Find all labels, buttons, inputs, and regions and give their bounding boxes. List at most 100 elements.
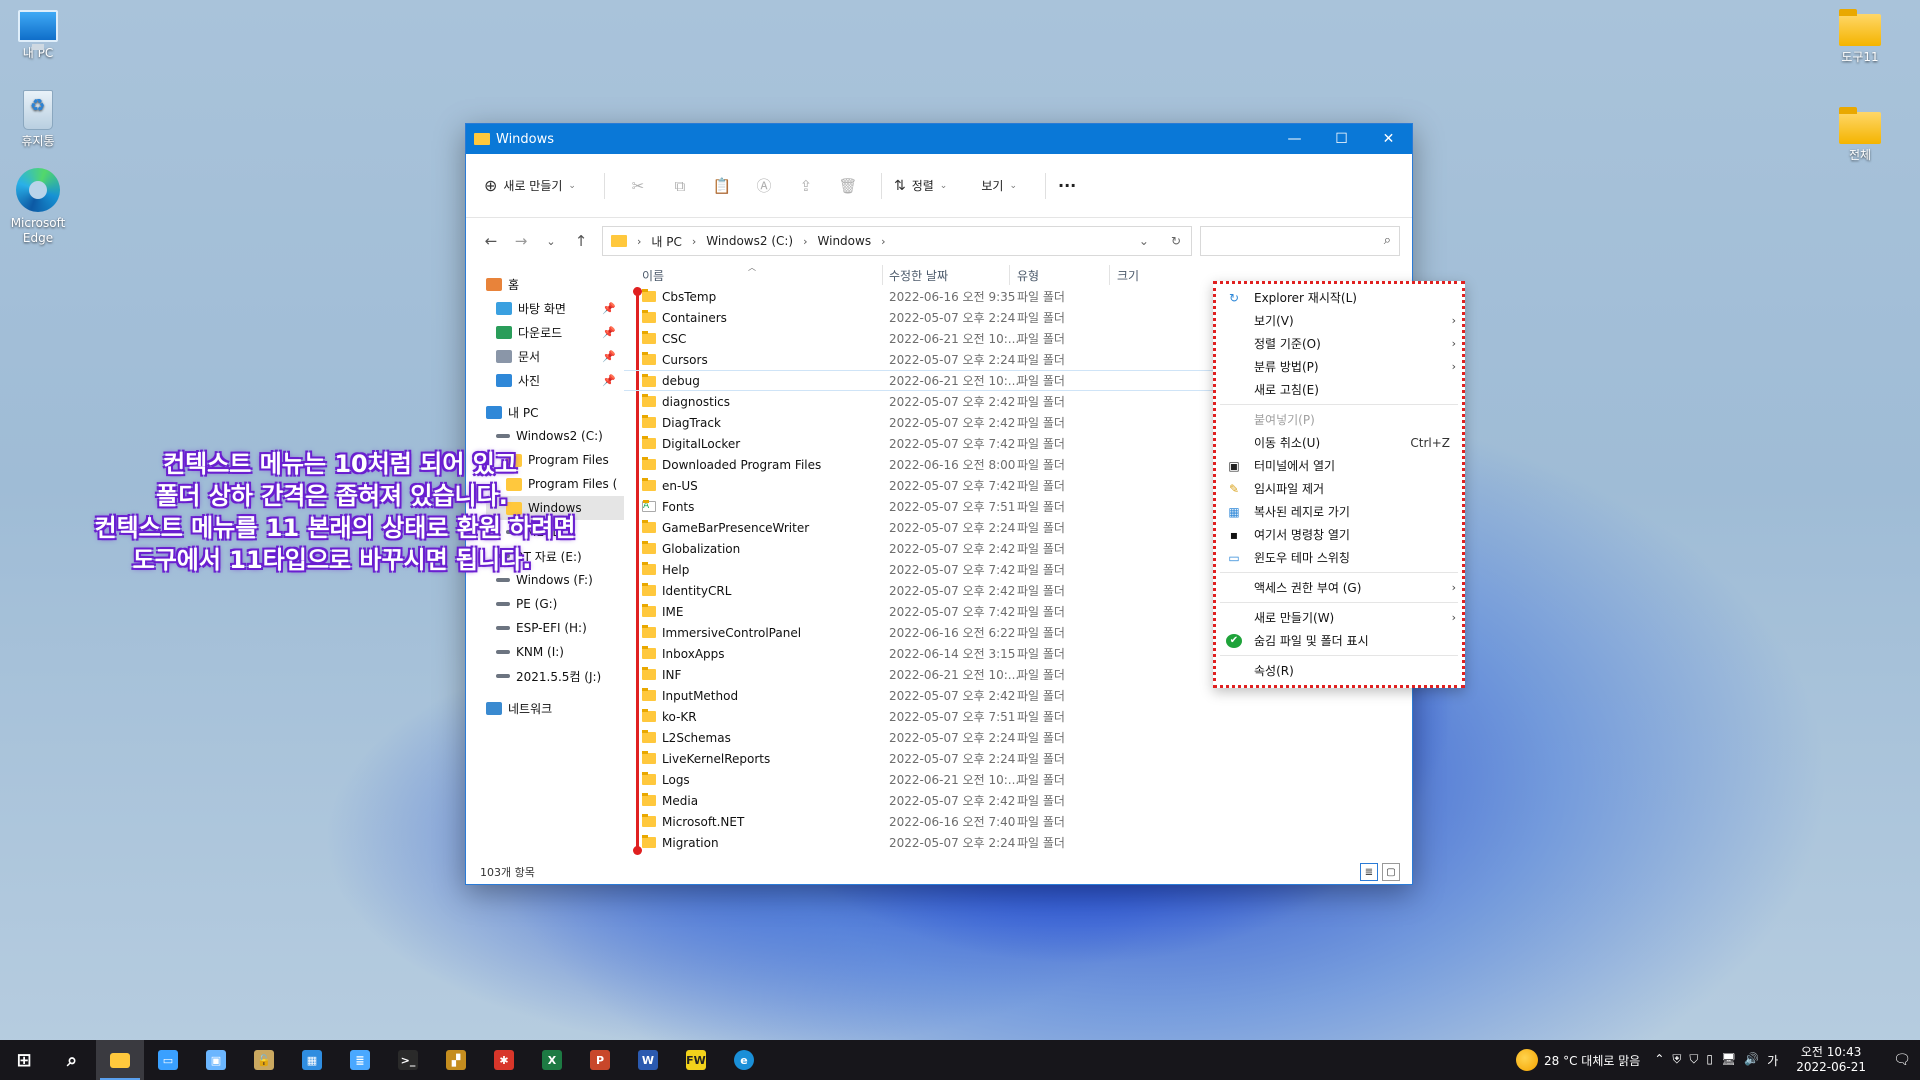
tray-icon[interactable]: 🔊 bbox=[1744, 1052, 1759, 1069]
app-9[interactable]: ✱ bbox=[480, 1040, 528, 1080]
cut-icon[interactable]: ✂ bbox=[629, 177, 647, 195]
app-2[interactable]: ▭ bbox=[144, 1040, 192, 1080]
desktop-icon-item[interactable]: 도구11 bbox=[1822, 9, 1898, 65]
nav-item[interactable]: 네트워크 bbox=[486, 696, 624, 720]
nav-item[interactable]: 문서 📌 bbox=[486, 344, 624, 368]
context-menu-item[interactable]: 액세스 권한 부여 (G) › bbox=[1216, 576, 1462, 599]
tray-icon[interactable]: ⌃ bbox=[1654, 1052, 1664, 1069]
refresh-icon[interactable]: ↻ bbox=[1171, 234, 1181, 248]
notification-icon[interactable]: 🗨 bbox=[1884, 1052, 1920, 1068]
file-row[interactable]: Migration 2022-05-07 오후 2:24 파일 폴더 bbox=[624, 832, 1412, 853]
context-menu-item[interactable]: ▪ 여기서 명령창 열기 bbox=[1216, 523, 1462, 546]
app-8[interactable]: ▞ bbox=[432, 1040, 480, 1080]
weather-widget[interactable]: 28 °C 대체로 맑음 bbox=[1516, 1049, 1640, 1071]
recent-chevron-icon[interactable]: ⌄ bbox=[536, 235, 566, 248]
file-row[interactable]: LiveKernelReports 2022-05-07 오후 2:24 파일 폴더 bbox=[624, 748, 1412, 769]
start-button[interactable]: ⊞ bbox=[0, 1040, 48, 1080]
word-app[interactable]: W bbox=[624, 1040, 672, 1080]
context-menu-item[interactable]: 이동 취소(U) Ctrl+Z bbox=[1216, 431, 1462, 454]
column-header-type[interactable]: 유형 bbox=[1017, 267, 1039, 284]
column-header-size[interactable]: 크기 bbox=[1117, 267, 1139, 284]
file-explorer-app[interactable] bbox=[96, 1040, 144, 1080]
desktop-icon-item[interactable]: 전체 bbox=[1822, 107, 1898, 163]
context-menu-item[interactable]: 분류 방법(P) › bbox=[1216, 355, 1462, 378]
forward-arrow-icon[interactable]: → bbox=[506, 232, 536, 250]
copy-icon[interactable]: ⧉ bbox=[671, 177, 689, 195]
edge-app[interactable]: e bbox=[720, 1040, 768, 1080]
breadcrumb-item[interactable]: Windows bbox=[818, 234, 872, 248]
app-4[interactable]: 🔓 bbox=[240, 1040, 288, 1080]
context-menu-item[interactable]: ✔ 숨김 파일 및 폴더 표시 bbox=[1216, 629, 1462, 652]
breadcrumb-item[interactable]: 내 PC bbox=[651, 233, 681, 250]
column-divider[interactable] bbox=[1109, 265, 1110, 285]
nav-item[interactable]: 바탕 화면 📌 bbox=[486, 296, 624, 320]
file-row[interactable]: Logs 2022-06-21 오전 10:... 파일 폴더 bbox=[624, 769, 1412, 790]
terminal-app[interactable]: >_ bbox=[384, 1040, 432, 1080]
file-row[interactable]: Microsoft.NET 2022-06-16 오전 7:40 파일 폴더 bbox=[624, 811, 1412, 832]
more-button[interactable]: ··· bbox=[1058, 176, 1076, 195]
excel-app[interactable]: X bbox=[528, 1040, 576, 1080]
notepad-app[interactable]: ≣ bbox=[336, 1040, 384, 1080]
nav-item[interactable]: 다운로드 📌 bbox=[486, 320, 624, 344]
view-button[interactable]: 보기 ⌄ bbox=[981, 177, 1017, 194]
maximize-button[interactable]: ☐ bbox=[1318, 124, 1365, 154]
nav-item[interactable]: 사진 📌 bbox=[486, 368, 624, 392]
context-menu-item[interactable]: 정렬 기준(O) › bbox=[1216, 332, 1462, 355]
sort-button[interactable]: ⇅ 정렬 ⌄ bbox=[894, 177, 947, 194]
nav-item[interactable]: ESP-EFI (H:) bbox=[486, 616, 624, 640]
tiles-view-icon[interactable]: ▢ bbox=[1382, 863, 1400, 881]
app-3[interactable]: ▣ bbox=[192, 1040, 240, 1080]
paste-icon[interactable]: 📋 bbox=[713, 177, 732, 195]
file-row[interactable]: L2Schemas 2022-05-07 오후 2:24 파일 폴더 bbox=[624, 727, 1412, 748]
desktop-icon-item[interactable]: Microsoft Edge bbox=[0, 168, 76, 246]
desktop-icon-item[interactable]: 내 PC bbox=[0, 10, 76, 61]
app-5[interactable]: ▦ bbox=[288, 1040, 336, 1080]
context-menu-item[interactable]: ✎ 임시파일 제거 bbox=[1216, 477, 1462, 500]
details-view-icon[interactable]: ≣ bbox=[1360, 863, 1378, 881]
nav-item[interactable]: 내 PC bbox=[486, 400, 624, 424]
tray-icon[interactable]: ⛨ bbox=[1672, 1052, 1681, 1069]
file-row[interactable]: InputMethod 2022-05-07 오후 2:42 파일 폴더 bbox=[624, 685, 1412, 706]
back-arrow-icon[interactable]: ← bbox=[476, 232, 506, 250]
file-row[interactable]: ko-KR 2022-05-07 오후 7:51 파일 폴더 bbox=[624, 706, 1412, 727]
context-menu-item[interactable]: ▭ 윈도우 테마 스위칭 bbox=[1216, 546, 1462, 569]
address-bar[interactable]: › 내 PC › Windows2 (C:) › Windows › ⌄ ↻ bbox=[602, 226, 1192, 256]
search-button[interactable]: ⌕ bbox=[48, 1040, 96, 1080]
column-divider[interactable] bbox=[1009, 265, 1010, 285]
tray-icon[interactable]: 가 bbox=[1767, 1052, 1778, 1069]
nav-item[interactable]: KNM (I:) bbox=[486, 640, 624, 664]
share-icon[interactable]: ⇪ bbox=[797, 177, 815, 195]
nav-item[interactable]: 홈 bbox=[486, 272, 624, 296]
tray-icon[interactable]: ▯ bbox=[1706, 1052, 1713, 1069]
context-menu-item[interactable]: 보기(V) › bbox=[1216, 309, 1462, 332]
desktop-icon-item[interactable]: 휴지통 bbox=[0, 90, 76, 149]
column-header-name[interactable]: 이름 bbox=[642, 267, 664, 284]
powerpoint-app[interactable]: P bbox=[576, 1040, 624, 1080]
context-menu-item[interactable]: ↻ Explorer 재시작(L) bbox=[1216, 286, 1462, 309]
column-divider[interactable] bbox=[882, 265, 883, 285]
context-menu-item[interactable]: 속성(R) bbox=[1216, 659, 1462, 682]
clock[interactable]: 오전 10:43 2022-06-21 bbox=[1796, 1045, 1866, 1075]
tray-icon[interactable]: 🖥 bbox=[1721, 1052, 1736, 1069]
context-menu-item[interactable]: ▦ 복사된 레지로 가기 bbox=[1216, 500, 1462, 523]
address-dropdown-icon[interactable]: ⌄ bbox=[1139, 234, 1149, 248]
file-row[interactable]: Media 2022-05-07 오후 2:42 파일 폴더 bbox=[624, 790, 1412, 811]
nav-item[interactable]: Windows2 (C:) bbox=[486, 424, 624, 448]
new-button[interactable]: ⊕ 새로 만들기 ⌄ bbox=[484, 176, 576, 195]
tray-icon[interactable]: ⛉ bbox=[1689, 1052, 1698, 1069]
delete-icon[interactable]: 🗑 bbox=[838, 177, 857, 195]
breadcrumb-item[interactable]: Windows2 (C:) bbox=[706, 234, 793, 248]
context-menu-item[interactable]: ▣ 터미널에서 열기 bbox=[1216, 454, 1462, 477]
context-menu-item[interactable]: 새로 고침(E) bbox=[1216, 378, 1462, 401]
up-arrow-icon[interactable]: ↑ bbox=[566, 232, 596, 250]
nav-item[interactable]: 2021.5.5컴 (J:) bbox=[486, 664, 624, 688]
context-menu-item[interactable]: 새로 만들기(W) › bbox=[1216, 606, 1462, 629]
column-header-modified[interactable]: 수정한 날짜 bbox=[889, 267, 948, 284]
minimize-button[interactable]: — bbox=[1271, 124, 1318, 154]
close-button[interactable]: ✕ bbox=[1365, 124, 1412, 154]
nav-item[interactable]: PE (G:) bbox=[486, 592, 624, 616]
search-input[interactable]: ⌕ bbox=[1200, 226, 1400, 256]
title-bar[interactable]: Windows — ☐ ✕ bbox=[466, 124, 1412, 154]
rename-icon[interactable]: Ⓐ bbox=[755, 177, 773, 195]
app-13[interactable]: FW bbox=[672, 1040, 720, 1080]
